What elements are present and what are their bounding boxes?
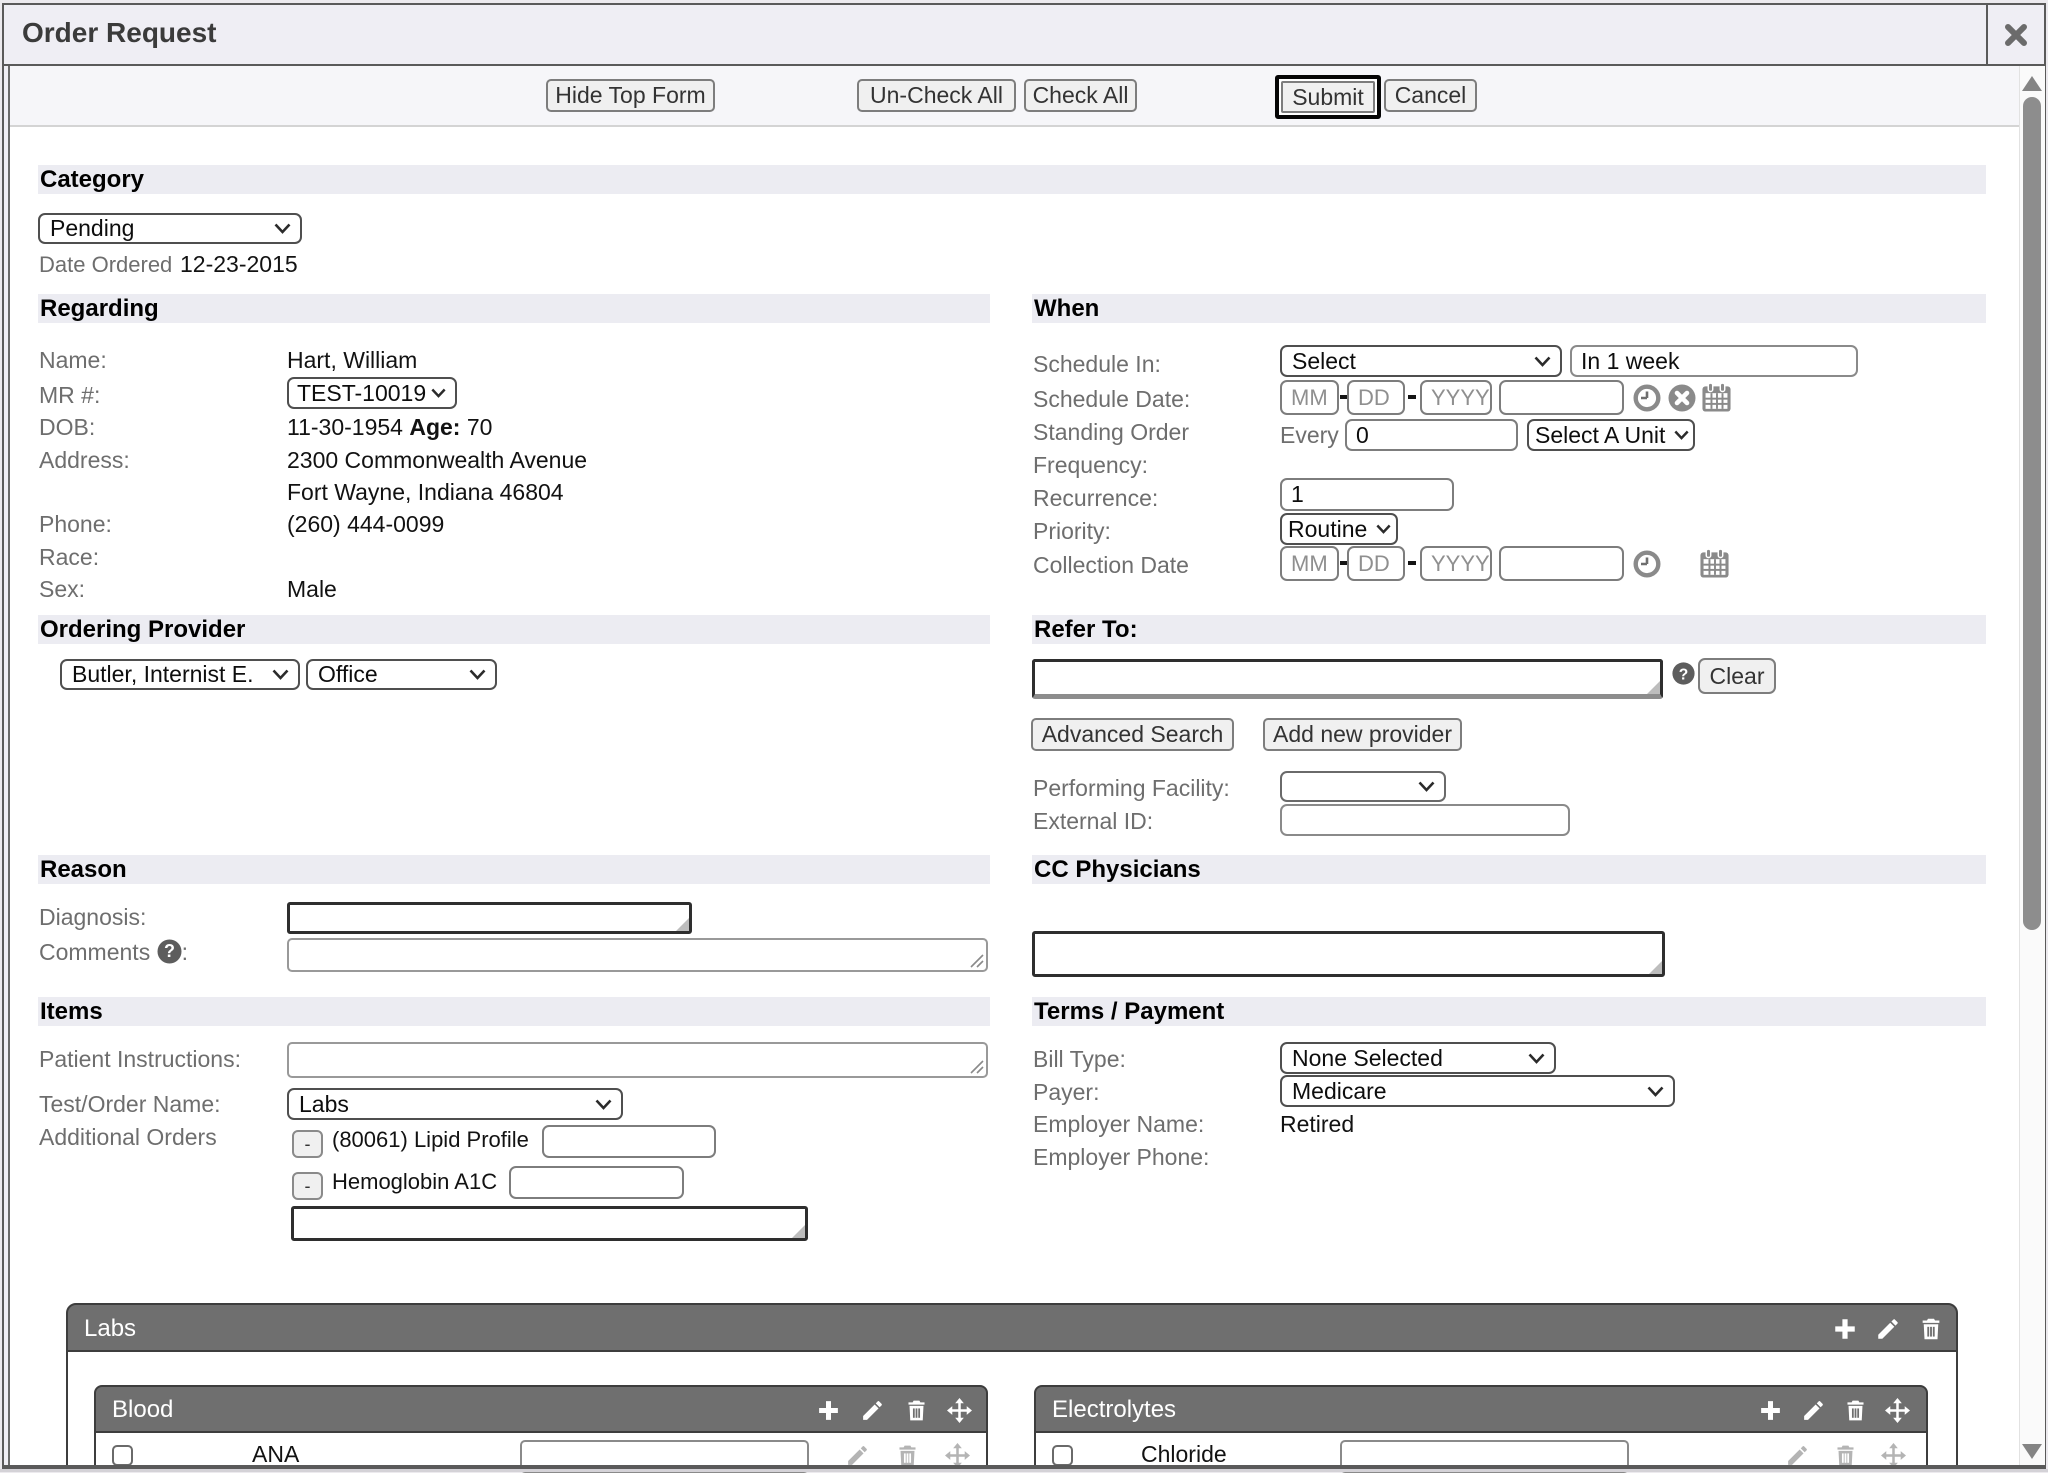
svg-text:?: ? — [164, 941, 175, 961]
svg-text:?: ? — [1679, 666, 1689, 683]
